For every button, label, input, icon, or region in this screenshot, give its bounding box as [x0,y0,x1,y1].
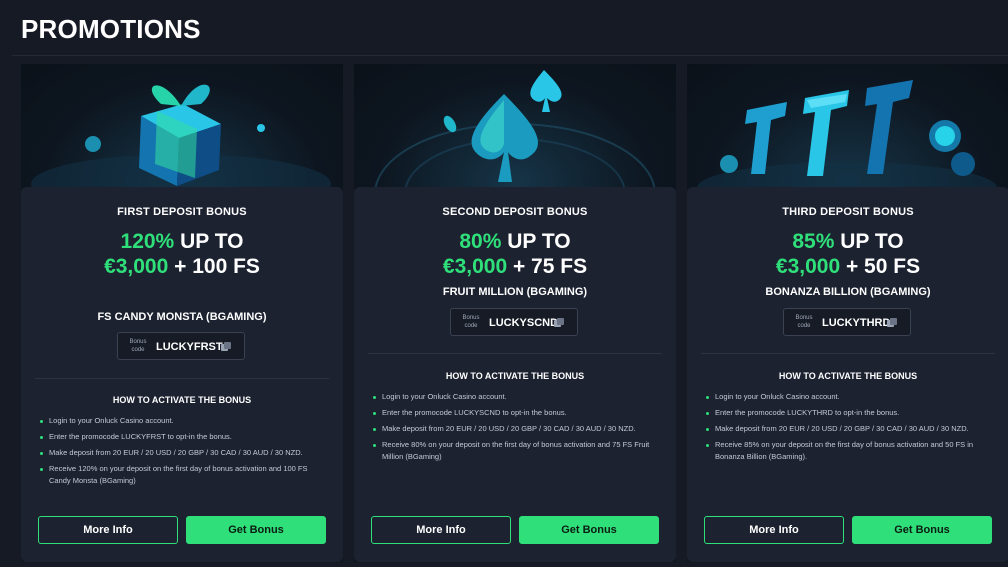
copy-icon[interactable] [554,318,564,328]
card-heading: FIRST DEPOSIT BONUS [117,206,247,218]
promo-card-third: THIRD DEPOSIT BONUS 85% UP TO €3,000 + 5… [687,64,1008,562]
how-to-title: HOW TO ACTIVATE THE BONUS [778,371,918,381]
get-bonus-button[interactable]: Get Bonus [852,516,992,544]
list-item: Make deposit from 20 EUR / 20 USD / 20 G… [705,423,991,435]
steps-list: Login to your Onluck Casino account. Ent… [39,415,325,491]
list-item: Enter the promocode LUCKYTHRD to opt-in … [705,407,991,419]
lucky-777-icon [697,80,997,188]
list-item: Login to your Onluck Casino account. [39,415,325,427]
hero-image [687,64,1008,188]
list-item: Enter the promocode LUCKYSCND to opt-in … [372,407,658,419]
promo-code-box[interactable]: Bonus code LUCKYSCND [450,308,578,336]
list-item: Receive 120% on your deposit on the firs… [39,463,325,487]
hero-image [21,64,343,188]
hero-image [354,64,676,188]
offer-rest: + 75 FS [507,255,588,278]
promo-code: LUCKYSCND [489,317,559,329]
copy-icon[interactable] [221,342,231,352]
spade-icon [374,70,656,188]
more-info-button[interactable]: More Info [704,516,844,544]
list-item: Make deposit from 20 EUR / 20 USD / 20 G… [39,447,325,459]
promo-card-body: THIRD DEPOSIT BONUS 85% UP TO €3,000 + 5… [687,187,1008,562]
game-name: BONANZA BILLION (BGAMING) [765,286,931,298]
steps-list: Login to your Onluck Casino account. Ent… [705,391,991,467]
offer-percent: 85% [792,230,835,253]
page-title: PROMOTIONS [21,14,201,44]
game-name: FRUIT MILLION (BGAMING) [442,286,588,298]
more-info-button[interactable]: More Info [371,516,511,544]
card-heading: THIRD DEPOSIT BONUS [782,206,914,218]
offer-upto: UP TO [501,230,571,253]
steps-list: Login to your Onluck Casino account. Ent… [372,391,658,467]
divider [35,378,329,379]
promo-card-second: SECOND DEPOSIT BONUS 80% UP TO €3,000 + … [354,64,676,562]
offer-upto: UP TO [174,230,244,253]
divider [368,353,662,354]
offer-text: 80% UP TO €3,000 + 75 FS [374,229,656,279]
get-bonus-button[interactable]: Get Bonus [186,516,326,544]
how-to-title: HOW TO ACTIVATE THE BONUS [112,395,252,405]
offer-rest: + 100 FS [168,255,260,278]
offer-amount: €3,000 [104,255,169,278]
offer-amount: €3,000 [442,255,508,278]
list-item: Receive 85% on your deposit on the first… [705,439,991,463]
offer-upto: UP TO [834,230,904,253]
promo-card-first: FIRST DEPOSIT BONUS 120% UP TO €3,000 + … [21,64,343,562]
list-item: Login to your Onluck Casino account. [372,391,658,403]
promo-card-body: SECOND DEPOSIT BONUS 80% UP TO €3,000 + … [354,187,676,562]
code-label: Bonus code [795,315,813,329]
offer-percent: 80% [459,230,502,253]
offer-amount: €3,000 [775,255,841,278]
code-label: Bonus code [129,339,147,353]
offer-rest: + 50 FS [840,255,921,278]
how-to-title: HOW TO ACTIVATE THE BONUS [445,371,585,381]
list-item: Login to your Onluck Casino account. [705,391,991,403]
copy-icon[interactable] [887,318,897,328]
game-name: FS CANDY MONSTA (BGAMING) [97,311,267,323]
card-heading: SECOND DEPOSIT BONUS [442,206,588,218]
gift-box-icon [31,84,331,188]
promotions-page: PROMOTIONS FIRST DEPOSIT BONUS 120% UP T… [0,0,1008,567]
get-bonus-button[interactable]: Get Bonus [519,516,659,544]
offer-text: 120% UP TO €3,000 + 100 FS [41,229,323,279]
list-item: Make deposit from 20 EUR / 20 USD / 20 G… [372,423,658,435]
promo-code: LUCKYFRST [156,341,223,353]
list-item: Enter the promocode LUCKYFRST to opt-in … [39,431,325,443]
promo-code-box[interactable]: Bonus code LUCKYFRST [117,332,245,360]
promo-code: LUCKYTHRD [822,317,891,329]
code-label: Bonus code [462,315,480,329]
offer-percent: 120% [120,230,175,253]
title-divider [12,55,1008,56]
offer-text: 85% UP TO €3,000 + 50 FS [707,229,989,279]
list-item: Receive 80% on your deposit on the first… [372,439,658,463]
promo-card-body: FIRST DEPOSIT BONUS 120% UP TO €3,000 + … [21,187,343,562]
divider [701,353,995,354]
more-info-button[interactable]: More Info [38,516,178,544]
promo-code-box[interactable]: Bonus code LUCKYTHRD [783,308,911,336]
